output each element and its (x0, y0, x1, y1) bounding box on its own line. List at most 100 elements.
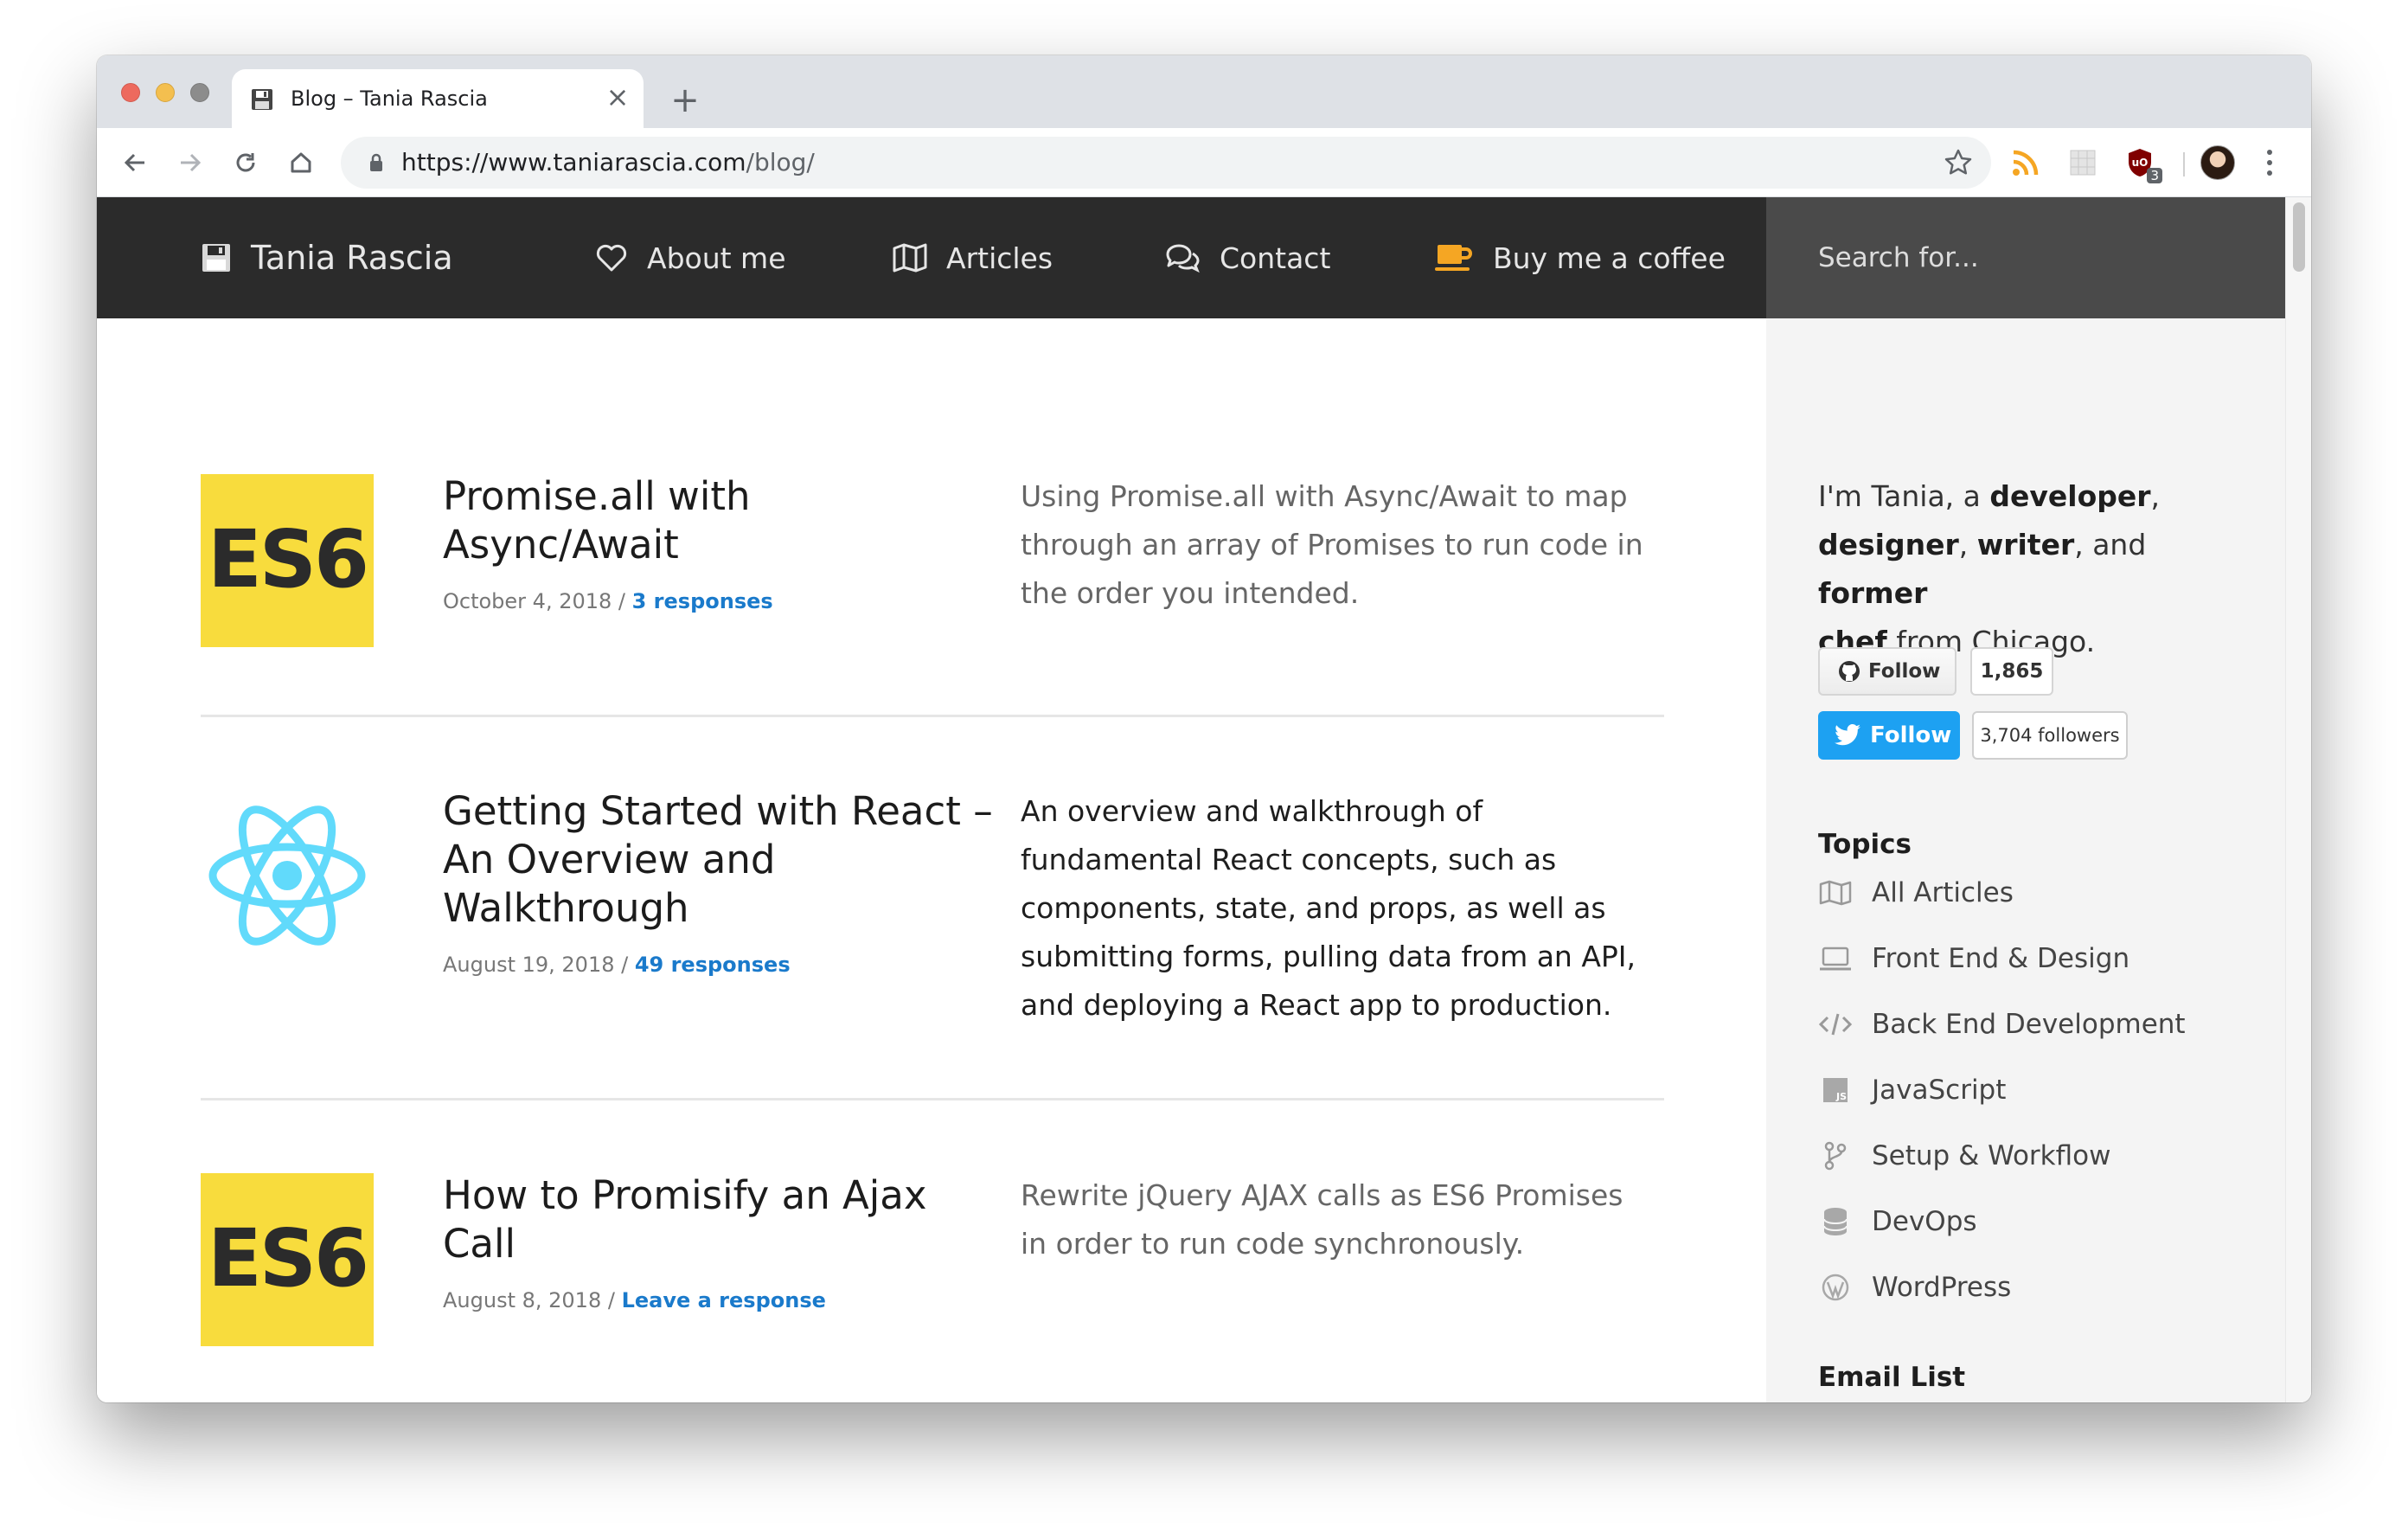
topic-back-end[interactable]: Back End Development (1818, 1005, 2186, 1043)
lock-icon (370, 153, 382, 171)
svg-text:JS: JS (1835, 1091, 1847, 1102)
nav-label: Articles (946, 241, 1054, 275)
url-host: https://www.taniarascia.com (401, 148, 746, 176)
bio-emphasis: writer (1976, 528, 2075, 561)
menu-dot (2267, 170, 2272, 176)
tab-strip: Blog – Tania Rascia × + (97, 55, 2311, 128)
post-date: August 8, 2018 (443, 1288, 602, 1312)
es6-logo-text: ES6 (207, 513, 369, 606)
floppy-disk-icon (202, 244, 230, 272)
email-list-heading: Email List (1818, 1362, 1966, 1393)
site-brand-link[interactable]: Tania Rascia (201, 235, 453, 280)
url-path: /blog/ (746, 148, 815, 176)
bio-text: , and (2074, 528, 2147, 561)
twitter-follower-count[interactable]: 3,704 followers (1972, 711, 2128, 760)
topic-devops[interactable]: DevOps (1818, 1203, 1977, 1241)
bio-emphasis: developer (1989, 479, 2151, 513)
menu-dot (2267, 150, 2272, 155)
bio-emphasis: former (1818, 576, 1928, 610)
author-bio: I'm Tania, a developer, designer, writer,… (1818, 472, 2225, 666)
post-meta: August 19, 2018 / 49 responses (443, 953, 791, 977)
topic-wordpress[interactable]: WordPress (1818, 1268, 2011, 1306)
github-follow-label: Follow (1868, 660, 1941, 683)
site-brand-name: Tania Rascia (251, 239, 453, 277)
nav-link-contact[interactable]: Contact (1164, 235, 1330, 280)
reload-icon (236, 153, 255, 172)
topic-label: All Articles (1872, 877, 2014, 908)
git-branch-icon (1818, 1139, 1853, 1173)
browser-toolbar: https://www.taniarascia.com/blog/ uO 3 (97, 128, 2311, 197)
twitter-bird-icon (1835, 724, 1860, 746)
twitter-follow-button[interactable]: Follow (1818, 711, 1960, 760)
url-text: https://www.taniarascia.com/blog/ (401, 148, 815, 176)
zoom-window-button[interactable] (190, 83, 209, 102)
tab-active[interactable]: Blog – Tania Rascia × (232, 69, 644, 128)
menu-dot (2267, 160, 2272, 165)
twitter-follow-label: Follow (1870, 722, 1952, 748)
topic-label: JavaScript (1872, 1075, 2007, 1106)
code-icon (1818, 1007, 1853, 1042)
github-follow-button[interactable]: Follow (1818, 647, 1956, 696)
responses-link[interactable]: 3 responses (632, 589, 773, 613)
nav-label: About me (647, 241, 786, 275)
nav-label: Buy me a coffee (1493, 241, 1726, 275)
site-header: Tania Rascia About me Articles Contact B… (97, 197, 1766, 318)
nav-link-articles[interactable]: Articles (893, 235, 1053, 280)
chat-icon (1166, 244, 1200, 273)
post-title-link[interactable]: Promise.all with Async/Await (443, 472, 996, 569)
meta-separator: / (614, 953, 635, 977)
nav-link-about[interactable]: About me (595, 235, 786, 280)
toolbar-divider (2183, 152, 2185, 176)
js-icon: JS (1818, 1073, 1853, 1107)
post-thumbnail-es6[interactable]: ES6 (201, 474, 374, 647)
address-bar[interactable]: https://www.taniarascia.com/blog/ (341, 137, 1991, 189)
responses-link[interactable]: 49 responses (635, 953, 791, 977)
grid-extension-button[interactable] (2065, 145, 2100, 180)
post-meta: October 4, 2018 / 3 responses (443, 589, 773, 613)
tab-close-button[interactable]: × (602, 81, 633, 112)
post-thumbnail-react[interactable] (201, 789, 374, 962)
back-button[interactable] (116, 144, 154, 182)
reload-button[interactable] (227, 144, 265, 182)
close-window-button[interactable] (121, 83, 140, 102)
bookmark-star-icon[interactable] (1943, 147, 1974, 178)
post-title-link[interactable]: Getting Started with React – An Overview… (443, 787, 996, 933)
browser-window: Blog – Tania Rascia × + https://www.tani… (97, 55, 2311, 1402)
github-follower-count[interactable]: 1,865 (1970, 647, 2053, 696)
scrollbar-thumb[interactable] (2293, 202, 2305, 272)
topic-all-articles[interactable]: All Articles (1818, 874, 2014, 912)
wordpress-icon (1818, 1270, 1853, 1305)
search-input[interactable] (1818, 237, 2251, 279)
new-tab-button[interactable]: + (668, 83, 702, 118)
home-button[interactable] (282, 144, 320, 182)
forward-button[interactable] (171, 144, 209, 182)
post-description: Using Promise.all with Async/Await to ma… (1021, 479, 1643, 610)
minimize-window-button[interactable] (156, 83, 175, 102)
topic-javascript[interactable]: JS JavaScript (1818, 1071, 2006, 1109)
database-icon (1818, 1204, 1853, 1239)
bio-text: I'm Tania, a (1818, 479, 1990, 513)
nav-link-coffee[interactable]: Buy me a coffee (1434, 235, 1726, 280)
responses-link[interactable]: Leave a response (622, 1288, 826, 1312)
site-search (1766, 197, 2285, 318)
svg-text:uO: uO (2132, 157, 2149, 169)
bio-text: , (2150, 479, 2161, 513)
ublock-extension-button[interactable]: uO 3 (2123, 145, 2162, 183)
topics-heading: Topics (1818, 829, 1912, 860)
post-title-link[interactable]: How to Promisify an Ajax Call (443, 1171, 996, 1268)
post-meta: August 8, 2018 / Leave a response (443, 1288, 826, 1312)
post-date: August 19, 2018 (443, 953, 615, 977)
post-divider (201, 715, 1664, 717)
es6-logo-text: ES6 (207, 1212, 369, 1305)
browser-menu-button[interactable] (2261, 145, 2278, 180)
rss-extension-button[interactable] (2008, 145, 2043, 180)
map-icon (893, 243, 927, 273)
post-thumbnail-es6[interactable]: ES6 (201, 1173, 374, 1346)
topic-front-end[interactable]: Front End & Design (1818, 940, 2129, 978)
meta-separator: / (601, 1288, 622, 1312)
page-scrollbar[interactable] (2285, 197, 2311, 1402)
coffee-icon (1435, 245, 1472, 271)
profile-avatar[interactable] (2200, 145, 2235, 180)
topic-setup-workflow[interactable]: Setup & Workflow (1818, 1137, 2110, 1175)
topic-label: WordPress (1872, 1272, 2012, 1303)
